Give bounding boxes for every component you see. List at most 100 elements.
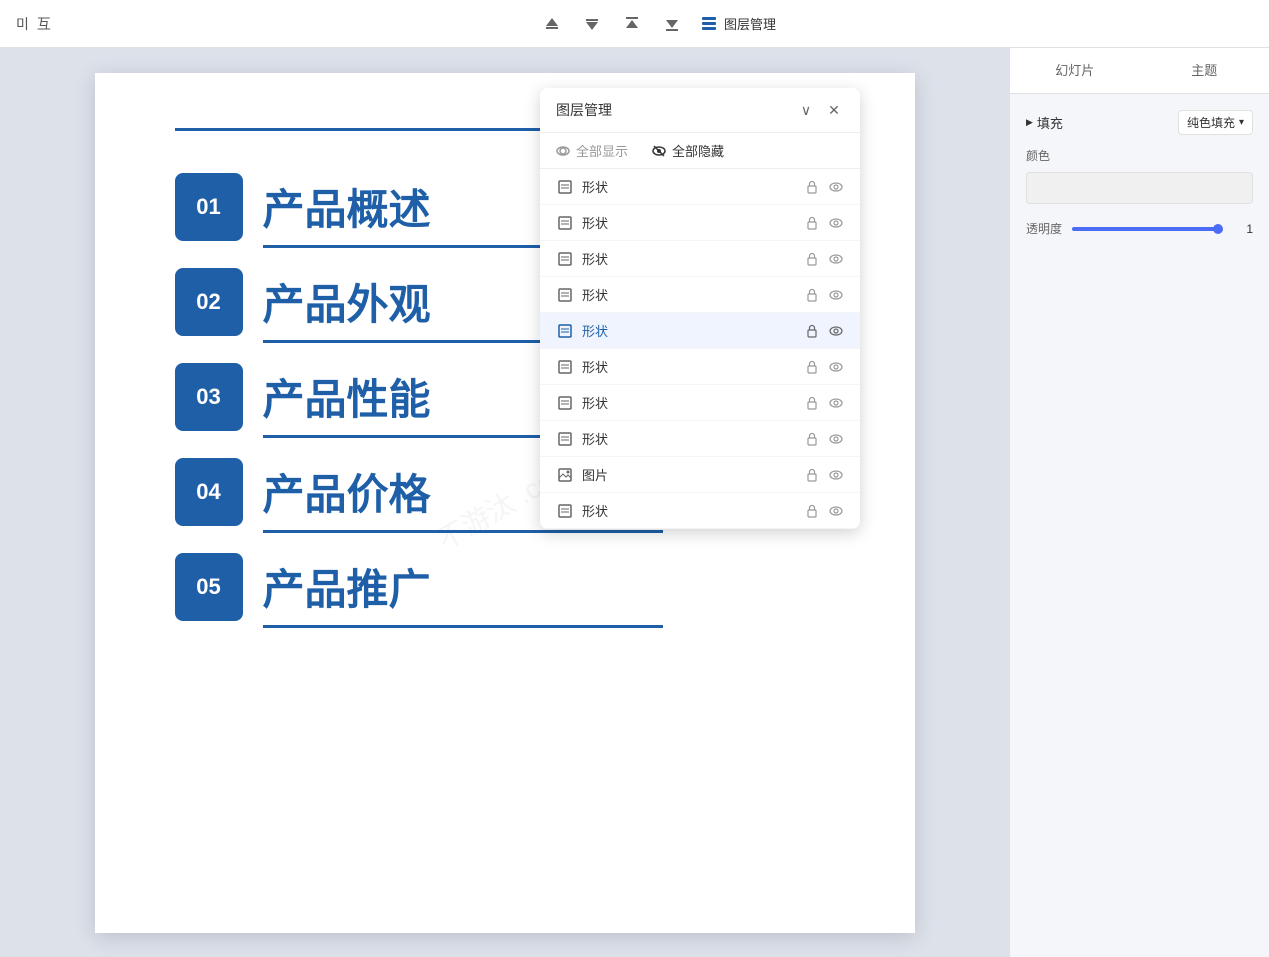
layer-panel-title: 图层管理 xyxy=(556,100,612,120)
fill-section-title: 填充 xyxy=(1026,113,1063,132)
toolbar-label-2: 互 xyxy=(37,14,51,34)
layer-item-3[interactable]: 形状 xyxy=(540,277,860,313)
tab-slide[interactable]: 幻灯片 xyxy=(1010,48,1140,93)
layer-eye-icon-3[interactable] xyxy=(828,287,844,303)
layer-lock-icon-6[interactable] xyxy=(804,395,820,411)
layer-item-label-3: 形状 xyxy=(582,285,804,304)
fill-section-header: 填充 纯色填充 ▾ xyxy=(1026,110,1253,135)
hide-all-btn[interactable]: 全部隐藏 xyxy=(652,141,724,160)
layer-type-icon-8 xyxy=(556,466,574,484)
hide-all-label: 全部隐藏 xyxy=(672,141,724,160)
main-area: 不游汰 .com 01 产品概述 xyxy=(0,48,1269,957)
layer-lock-icon-1[interactable] xyxy=(804,215,820,231)
right-panel-tabs: 幻灯片 主题 xyxy=(1010,48,1269,94)
layer-panel-collapse-btn[interactable]: ∨ xyxy=(796,100,816,120)
layer-item-6[interactable]: 形状 xyxy=(540,385,860,421)
layer-item-2[interactable]: 形状 xyxy=(540,241,860,277)
layer-item-0[interactable]: 形状 xyxy=(540,169,860,205)
show-all-btn[interactable]: 全部显示 xyxy=(556,141,628,160)
move-bottom-icon[interactable] xyxy=(660,12,684,36)
move-up-icon[interactable] xyxy=(540,12,564,36)
layer-item-7[interactable]: 形状 xyxy=(540,421,860,457)
layer-lock-icon-4[interactable] xyxy=(804,323,820,339)
item-title-02: 产品外观 xyxy=(263,271,431,332)
layer-item-label-8: 图片 xyxy=(582,465,804,484)
toolbar: 미 互 图层管理 xyxy=(0,0,1269,48)
opacity-slider[interactable] xyxy=(1072,227,1223,231)
item-number-01: 01 xyxy=(175,173,243,241)
layer-item-9[interactable]: 形状 xyxy=(540,493,860,529)
layer-eye-icon-6[interactable] xyxy=(828,395,844,411)
layer-lock-icon-0[interactable] xyxy=(804,179,820,195)
item-number-04: 04 xyxy=(175,458,243,526)
color-picker-box[interactable] xyxy=(1026,172,1253,204)
item-underline-05 xyxy=(263,625,663,628)
layer-eye-icon-0[interactable] xyxy=(828,179,844,195)
layer-item-8[interactable]: 图片 xyxy=(540,457,860,493)
layer-type-icon-9 xyxy=(556,502,574,520)
show-all-label: 全部显示 xyxy=(576,141,628,160)
layer-item-1[interactable]: 形状 xyxy=(540,205,860,241)
layer-eye-icon-5[interactable] xyxy=(828,359,844,375)
layer-item-4[interactable]: 形状 xyxy=(540,313,860,349)
layer-item-actions-4 xyxy=(804,323,844,339)
item-title-03: 产品性能 xyxy=(263,366,431,427)
layer-item-actions-6 xyxy=(804,395,844,411)
layer-lock-icon-2[interactable] xyxy=(804,251,820,267)
item-title-04: 产品价格 xyxy=(263,461,431,522)
layer-eye-icon-2[interactable] xyxy=(828,251,844,267)
opacity-slider-fill xyxy=(1072,227,1215,231)
layer-item-label-9: 形状 xyxy=(582,501,804,520)
layer-type-icon-4 xyxy=(556,322,574,340)
right-panel: 幻灯片 主题 填充 纯色填充 ▾ 颜色 透明度 xyxy=(1009,48,1269,957)
right-panel-content: 填充 纯色填充 ▾ 颜色 透明度 1 xyxy=(1010,94,1269,957)
layer-item-label-5: 形状 xyxy=(582,357,804,376)
tab-theme[interactable]: 主题 xyxy=(1140,48,1269,93)
layer-item-label-0: 形状 xyxy=(582,177,804,196)
layer-panel-header: 图层管理 ∨ ✕ xyxy=(540,88,860,133)
layer-eye-icon-4[interactable] xyxy=(828,323,844,339)
layers-button[interactable]: 图层管理 xyxy=(700,14,776,33)
item-underline-04 xyxy=(263,530,663,533)
layer-type-icon-1 xyxy=(556,214,574,232)
layer-item-actions-8 xyxy=(804,467,844,483)
layer-item-5[interactable]: 形状 xyxy=(540,349,860,385)
toolbar-left: 미 互 xyxy=(16,14,51,34)
item-number-05: 05 xyxy=(175,553,243,621)
layer-eye-icon-1[interactable] xyxy=(828,215,844,231)
move-down-icon[interactable] xyxy=(580,12,604,36)
opacity-value: 1 xyxy=(1233,222,1253,236)
opacity-slider-thumb xyxy=(1213,224,1223,234)
layer-item-label-7: 形状 xyxy=(582,429,804,448)
toolbar-center: 图层管理 xyxy=(63,12,1253,36)
layer-item-actions-7 xyxy=(804,431,844,447)
layer-item-actions-0 xyxy=(804,179,844,195)
layer-panel-close-btn[interactable]: ✕ xyxy=(824,100,844,120)
layer-lock-icon-3[interactable] xyxy=(804,287,820,303)
layer-item-actions-9 xyxy=(804,503,844,519)
layer-type-icon-5 xyxy=(556,358,574,376)
fill-type-select[interactable]: 纯色填充 ▾ xyxy=(1178,110,1253,135)
layer-item-label-6: 形状 xyxy=(582,393,804,412)
layer-type-icon-7 xyxy=(556,430,574,448)
layer-item-actions-2 xyxy=(804,251,844,267)
layer-item-actions-3 xyxy=(804,287,844,303)
canvas-area: 不游汰 .com 01 产品概述 xyxy=(0,48,1009,957)
item-number-03: 03 xyxy=(175,363,243,431)
layer-eye-icon-8[interactable] xyxy=(828,467,844,483)
layer-eye-icon-9[interactable] xyxy=(828,503,844,519)
layer-eye-icon-7[interactable] xyxy=(828,431,844,447)
layer-lock-icon-7[interactable] xyxy=(804,431,820,447)
layer-item-actions-1 xyxy=(804,215,844,231)
layer-lock-icon-8[interactable] xyxy=(804,467,820,483)
opacity-label: 透明度 xyxy=(1026,220,1062,237)
layer-type-icon-3 xyxy=(556,286,574,304)
item-title-01: 产品概述 xyxy=(263,176,431,237)
layer-visibility-bar: 全部显示 全部隐藏 xyxy=(540,133,860,169)
layer-lock-icon-5[interactable] xyxy=(804,359,820,375)
layer-panel: 图层管理 ∨ ✕ 全部显示 全部隐藏 xyxy=(540,88,860,529)
layer-item-label-2: 形状 xyxy=(582,249,804,268)
layer-lock-icon-9[interactable] xyxy=(804,503,820,519)
move-top-icon[interactable] xyxy=(620,12,644,36)
layer-item-actions-5 xyxy=(804,359,844,375)
